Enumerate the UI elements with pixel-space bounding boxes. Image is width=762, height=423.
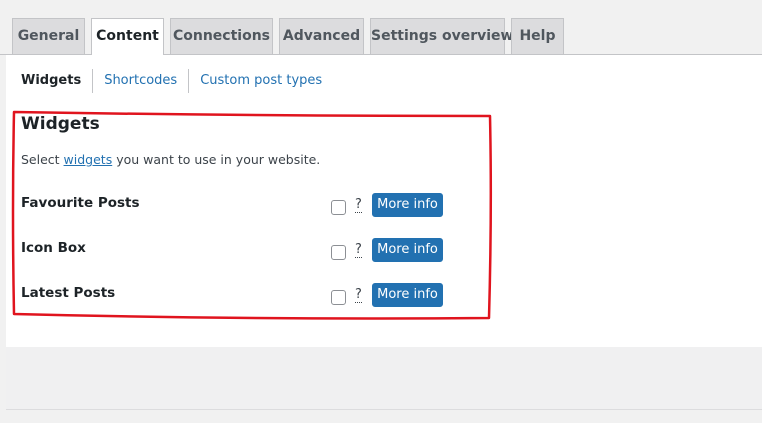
widget-checkbox-latest-posts[interactable] (331, 290, 346, 305)
widget-help-icon-box[interactable]: ? (355, 243, 362, 258)
tab-general[interactable]: General (12, 18, 85, 54)
settings-page: General Content Connections Advanced Set… (0, 0, 762, 423)
more-info-button-icon-box[interactable]: More info (372, 238, 443, 262)
subtab-widgets[interactable]: Widgets (21, 68, 92, 94)
section-title: Widgets (21, 114, 100, 134)
desc-text-after: you want to use in your website. (112, 152, 321, 167)
widget-label-favourite-posts: Favourite Posts (21, 195, 140, 211)
widget-help-latest-posts[interactable]: ? (355, 288, 362, 303)
more-info-button-favourite-posts[interactable]: More info (372, 193, 443, 217)
widget-label-latest-posts: Latest Posts (21, 285, 116, 301)
widget-checkbox-favourite-posts[interactable] (331, 200, 346, 215)
subtab-nav: Widgets Shortcodes Custom post types (21, 68, 333, 94)
widgets-link[interactable]: widgets (64, 152, 113, 167)
settings-tabs: General Content Connections Advanced Set… (0, 0, 762, 55)
tab-advanced[interactable]: Advanced (279, 18, 364, 54)
subtab-custom-post-types[interactable]: Custom post types (189, 68, 333, 94)
panel-footer (6, 347, 762, 410)
widget-help-favourite-posts[interactable]: ? (355, 198, 362, 213)
tab-connections[interactable]: Connections (170, 18, 273, 54)
subtab-shortcodes[interactable]: Shortcodes (93, 68, 188, 94)
section-description: Select widgets you want to use in your w… (21, 152, 320, 167)
tab-content[interactable]: Content (91, 18, 164, 55)
widget-checkbox-icon-box[interactable] (331, 245, 346, 260)
more-info-button-latest-posts[interactable]: More info (372, 283, 443, 307)
desc-text-before: Select (21, 152, 64, 167)
tab-help[interactable]: Help (511, 18, 564, 54)
tab-settings-overview[interactable]: Settings overview (370, 18, 513, 54)
widget-label-icon-box: Icon Box (21, 240, 86, 256)
